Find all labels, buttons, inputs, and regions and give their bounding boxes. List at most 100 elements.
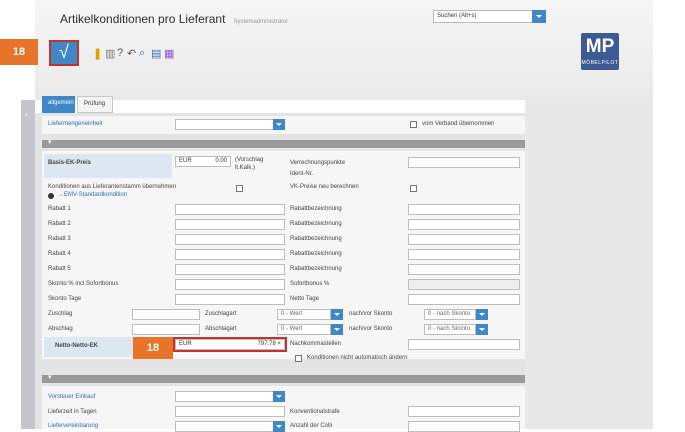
konventionalstrafe-input[interactable] (408, 406, 520, 417)
rabattbezeichnung4-input[interactable] (408, 249, 520, 260)
rabattbezeichnung1-input[interactable] (408, 204, 520, 215)
rabattbezeichnung3-input[interactable] (408, 234, 520, 245)
rabattbezeichnung1-label: Rabattbezeichnung (290, 206, 342, 212)
rabattbezeichnung5-input[interactable] (408, 264, 520, 275)
anzahl-colli-label: Anzahl der Colli (290, 423, 333, 429)
konditionen-nicht-auto-checkbox[interactable] (295, 355, 302, 362)
vorsteuer-label[interactable]: Vorsteuer Einkauf (48, 394, 95, 400)
netto-netto-label: Netto-Netto-EK (55, 343, 98, 349)
liefervereinbarung-dropdown[interactable] (273, 421, 285, 432)
tab-pruefung[interactable]: Prüfung (77, 96, 113, 113)
nachkommastellen-input[interactable] (408, 339, 520, 350)
vom-verband-checkbox[interactable] (410, 121, 417, 128)
rabatt4-label: Rabatt 4 (48, 251, 71, 257)
zuschlagart-label: Zuschlagart (205, 311, 237, 317)
search-icon[interactable]: ⌕ (139, 47, 145, 60)
save-button[interactable]: √ (49, 40, 79, 66)
vorsteuer-dropdown[interactable] (273, 391, 285, 402)
basis-ek-highlight (44, 154, 172, 178)
search-input[interactable]: Suchen (Alt+s) (433, 10, 546, 23)
rabatt1-input[interactable] (175, 204, 285, 215)
rabattbezeichnung2-label: Rabattbezeichnung (290, 221, 342, 227)
basis-ek-value: 0.00 (215, 158, 227, 164)
section-toggle-2[interactable] (42, 373, 525, 383)
logo: MP MÖBELPILOT (581, 33, 619, 70)
lieferzeit-input[interactable] (175, 406, 285, 417)
rabattbezeichnung5-label: Rabattbezeichnung (290, 266, 342, 272)
page-title: Artikelkonditionen pro Lieferant Systemad… (60, 12, 288, 26)
rabattbezeichnung4-label: Rabattbezeichnung (290, 251, 342, 257)
vom-verband-label: vom Verband übernommen (422, 121, 495, 127)
vorsteuer-select[interactable] (175, 391, 275, 402)
zuschlagart-select[interactable]: 0 - Wert (277, 309, 331, 320)
verrechnungspunkte-label: Verrechnungspunkte (290, 160, 346, 166)
netto-tage-label: Netto Tage (290, 296, 319, 302)
verrechnungspunkte-input[interactable] (408, 157, 520, 168)
basis-ek-input[interactable]: EUR 0.00 (175, 156, 231, 167)
right-panel (525, 100, 653, 429)
nach-skonto-dropdown[interactable] (476, 309, 488, 320)
nachkommastellen-label: Nachkommastellen (290, 341, 342, 347)
section-toggle-1[interactable] (42, 138, 525, 148)
nach-skonto2-dropdown[interactable] (476, 324, 488, 335)
abschlagart-select[interactable]: 0 - Wert (277, 324, 331, 335)
vk-preise-label: VK-Preise neu berechnen (290, 184, 359, 190)
rabatt2-input[interactable] (175, 219, 285, 230)
skonto-sofortbonus-input[interactable] (175, 279, 285, 290)
calendar-icon[interactable]: ▦ (164, 47, 174, 60)
rabatt5-label: Rabatt 5 (48, 266, 71, 272)
ident-nr-label: Ident-Nr. (290, 171, 314, 177)
nach-vor-skonto2-label: nach/vor Skonto (349, 326, 393, 332)
liefermengeneinheit-dropdown[interactable] (273, 119, 285, 130)
logo-subtext: MÖBELPILOT (581, 60, 619, 66)
help-icon[interactable]: ? (117, 47, 123, 59)
rabatt4-input[interactable] (175, 249, 285, 260)
page-title-text: Artikelkonditionen pro Lieferant (60, 12, 226, 26)
zuschlag-label: Zuschlag (48, 311, 73, 317)
basis-ek-label: Basis-EK-Preis (48, 160, 92, 166)
nach-skonto2-select[interactable]: 0 - nach Skonto (424, 324, 476, 335)
rabatt3-label: Rabatt 3 (48, 236, 71, 242)
abschlag-input[interactable] (132, 324, 200, 335)
emv-radio[interactable] (48, 193, 54, 199)
konditionen-aus-label: Konditionen aus Lieferantenstamm überneh… (48, 184, 177, 190)
user-role: Systemadministrator (233, 19, 289, 25)
bookmark-icon[interactable]: ❚ (93, 47, 102, 60)
step-badge-2: 18 (133, 337, 173, 359)
konventionalstrafe-label: Konventionalstrafe (290, 409, 340, 415)
vk-preise-checkbox[interactable] (410, 185, 417, 192)
netto-tage-input[interactable] (408, 294, 520, 305)
rabattbezeichnung2-input[interactable] (408, 219, 520, 230)
tab-allgemein[interactable]: allgemein (42, 96, 75, 113)
liefermengeneinheit-select[interactable] (175, 119, 275, 130)
netto-highlight-box (173, 337, 287, 352)
skonto-sofortbonus-label: Skonto % incl.Sofortbonus (48, 281, 119, 287)
trash-icon[interactable]: ▥ (105, 47, 115, 60)
rabatt5-input[interactable] (175, 264, 285, 275)
emv-standard-link[interactable]: →EMV-Standardkondition (58, 192, 127, 198)
sidebar-toggle[interactable] (21, 100, 35, 429)
step-badge: 18 (0, 39, 38, 65)
liefermengeneinheit-label: Liefermengeneinheit (48, 121, 103, 127)
abschlag-label: Abschlag (48, 326, 73, 332)
basis-ek-currency: EUR (179, 158, 192, 164)
logo-text: MP (585, 36, 615, 57)
zuschlag-input[interactable] (132, 309, 200, 320)
rabatt1-label: Rabatt 1 (48, 206, 71, 212)
liefervereinbarung-select[interactable] (175, 421, 275, 432)
konditionen-nicht-auto-label: Konditionen nicht automatisch ändern (307, 355, 408, 361)
nach-skonto-select[interactable]: 0 - nach Skonto (424, 309, 476, 320)
abschlagart-dropdown[interactable] (331, 324, 343, 335)
skonto-tage-label: Skonto Tage (48, 296, 82, 302)
konditionen-aus-checkbox[interactable] (236, 185, 243, 192)
back-icon[interactable]: ↶ (127, 47, 136, 60)
rabattbezeichnung3-label: Rabattbezeichnung (290, 236, 342, 242)
skonto-tage-input[interactable] (175, 294, 285, 305)
rabatt3-input[interactable] (175, 234, 285, 245)
liefervereinbarung-label[interactable]: Liefervereinbarung (48, 423, 98, 429)
print-icon[interactable]: ▤ (151, 47, 161, 60)
anzahl-colli-input[interactable] (408, 421, 520, 432)
zuschlagart-dropdown[interactable] (331, 309, 343, 320)
search-dropdown-button[interactable] (532, 10, 546, 23)
rabatt2-label: Rabatt 2 (48, 221, 71, 227)
